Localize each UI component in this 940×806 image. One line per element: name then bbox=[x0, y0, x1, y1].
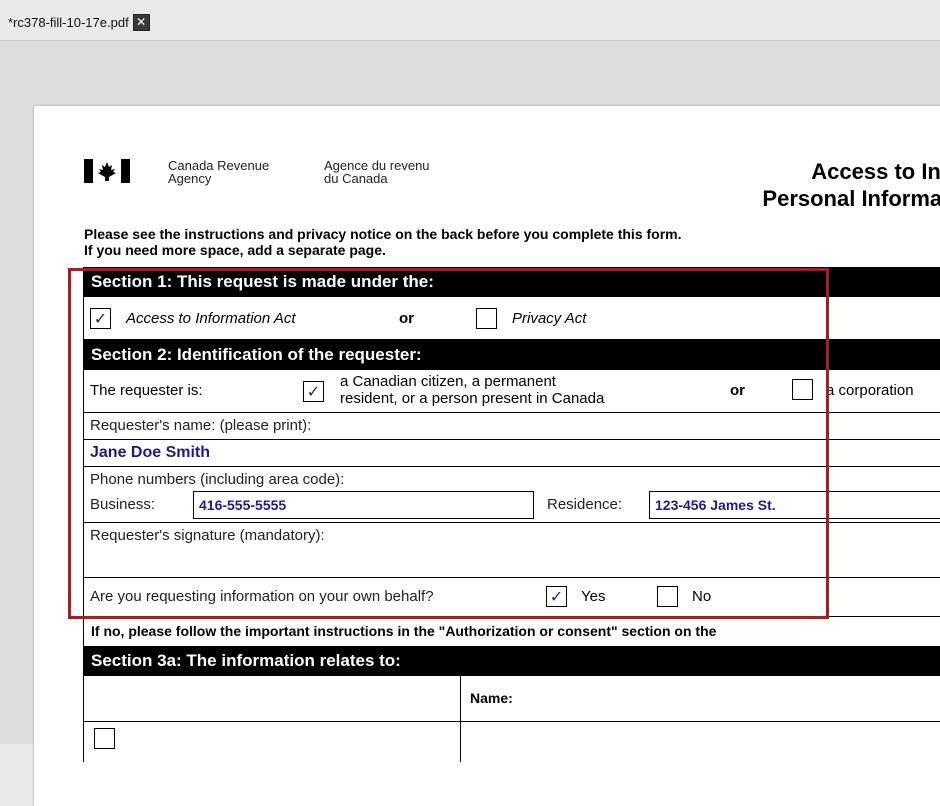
access-act-label: Access to Information Act bbox=[126, 310, 296, 327]
section1-heading: Section 1: This request is made under th… bbox=[84, 267, 940, 297]
requester-name-label: Requester's name: (please print): bbox=[90, 417, 312, 434]
department-name-en: Canada Revenue Agency bbox=[168, 158, 270, 186]
citizen-checkbox[interactable]: ✓ bbox=[303, 381, 324, 402]
citizen-label: a Canadian citizen, a permanent resident,… bbox=[340, 373, 605, 407]
section2-heading: Section 2: Identification of the request… bbox=[84, 340, 940, 370]
pdf-page: Canada Revenue Agency Agence du revenu du … bbox=[34, 106, 940, 806]
section3a-heading: Section 3a: The information relates to: bbox=[84, 646, 940, 676]
business-phone-label: Business: bbox=[90, 496, 156, 513]
no-checkbox[interactable] bbox=[657, 586, 678, 607]
act-selection-row: ✓ Access to Information Act or Privacy A… bbox=[84, 297, 940, 340]
residence-phone-field[interactable]: 123-456 James St. bbox=[649, 491, 940, 519]
privacy-act-checkbox[interactable] bbox=[476, 308, 497, 329]
corporation-checkbox[interactable] bbox=[792, 379, 813, 400]
signature-label: Requester's signature (mandatory): bbox=[90, 527, 325, 544]
signature-row[interactable]: Requester's signature (mandatory): bbox=[84, 523, 940, 578]
own-behalf-label: Are you requesting information on your o… bbox=[90, 588, 434, 605]
section3a-checkbox[interactable] bbox=[94, 728, 115, 749]
privacy-act-label: Privacy Act bbox=[512, 310, 587, 327]
document-tab-bar: *rc378-fill-10-17e.pdf ✕ bbox=[0, 0, 940, 41]
canada-flag-icon bbox=[84, 159, 130, 183]
phone-numbers-label: Phone numbers (including area code): bbox=[90, 471, 345, 488]
pdf-viewer[interactable]: Canada Revenue Agency Agence du revenu du … bbox=[0, 41, 940, 806]
yes-label: Yes bbox=[581, 588, 606, 605]
requester-is-label: The requester is: bbox=[90, 382, 203, 399]
no-label: No bbox=[692, 588, 712, 605]
residence-phone-label: Residence: bbox=[547, 496, 623, 513]
requester-status-row: The requester is: ✓ a Canadian citizen, … bbox=[84, 370, 940, 413]
requester-name-label-row: Requester's name: (please print): bbox=[84, 413, 940, 440]
authorization-note: If no, please follow the important instr… bbox=[91, 623, 717, 639]
form-title: Access to Informa Personal Information F bbox=[762, 159, 940, 211]
access-act-checkbox[interactable]: ✓ bbox=[90, 308, 111, 329]
section3a-name-row: Name: bbox=[84, 676, 940, 722]
phone-fields-row: Business: 416-555-5555 Residence: 123-45… bbox=[84, 491, 940, 523]
or-label: or bbox=[399, 310, 414, 327]
requester-name-field[interactable]: Jane Doe Smith bbox=[90, 444, 210, 462]
close-tab-icon[interactable]: ✕ bbox=[132, 13, 150, 31]
document-tab-title[interactable]: *rc378-fill-10-17e.pdf bbox=[8, 15, 129, 30]
department-name-fr: Agence du revenu du Canada bbox=[324, 158, 430, 186]
request-form: Section 1: This request is made under th… bbox=[83, 267, 940, 762]
or-label: or bbox=[730, 382, 745, 399]
phone-label-row: Phone numbers (including area code): bbox=[84, 467, 940, 491]
requester-name-row[interactable]: Jane Doe Smith bbox=[84, 440, 940, 467]
yes-checkbox[interactable]: ✓ bbox=[546, 586, 567, 607]
section3a-name-field[interactable] bbox=[460, 722, 940, 762]
document-tab[interactable]: *rc378-fill-10-17e.pdf ✕ bbox=[8, 10, 150, 34]
business-phone-field[interactable]: 416-555-5555 bbox=[193, 491, 534, 519]
corporation-label: a corporation bbox=[826, 382, 914, 399]
form-instructions: Please see the instructions and privacy … bbox=[84, 226, 682, 258]
section3a-name-label: Name: bbox=[460, 676, 513, 721]
section3a-entry-row bbox=[84, 722, 940, 762]
own-behalf-row: Are you requesting information on your o… bbox=[84, 578, 940, 617]
